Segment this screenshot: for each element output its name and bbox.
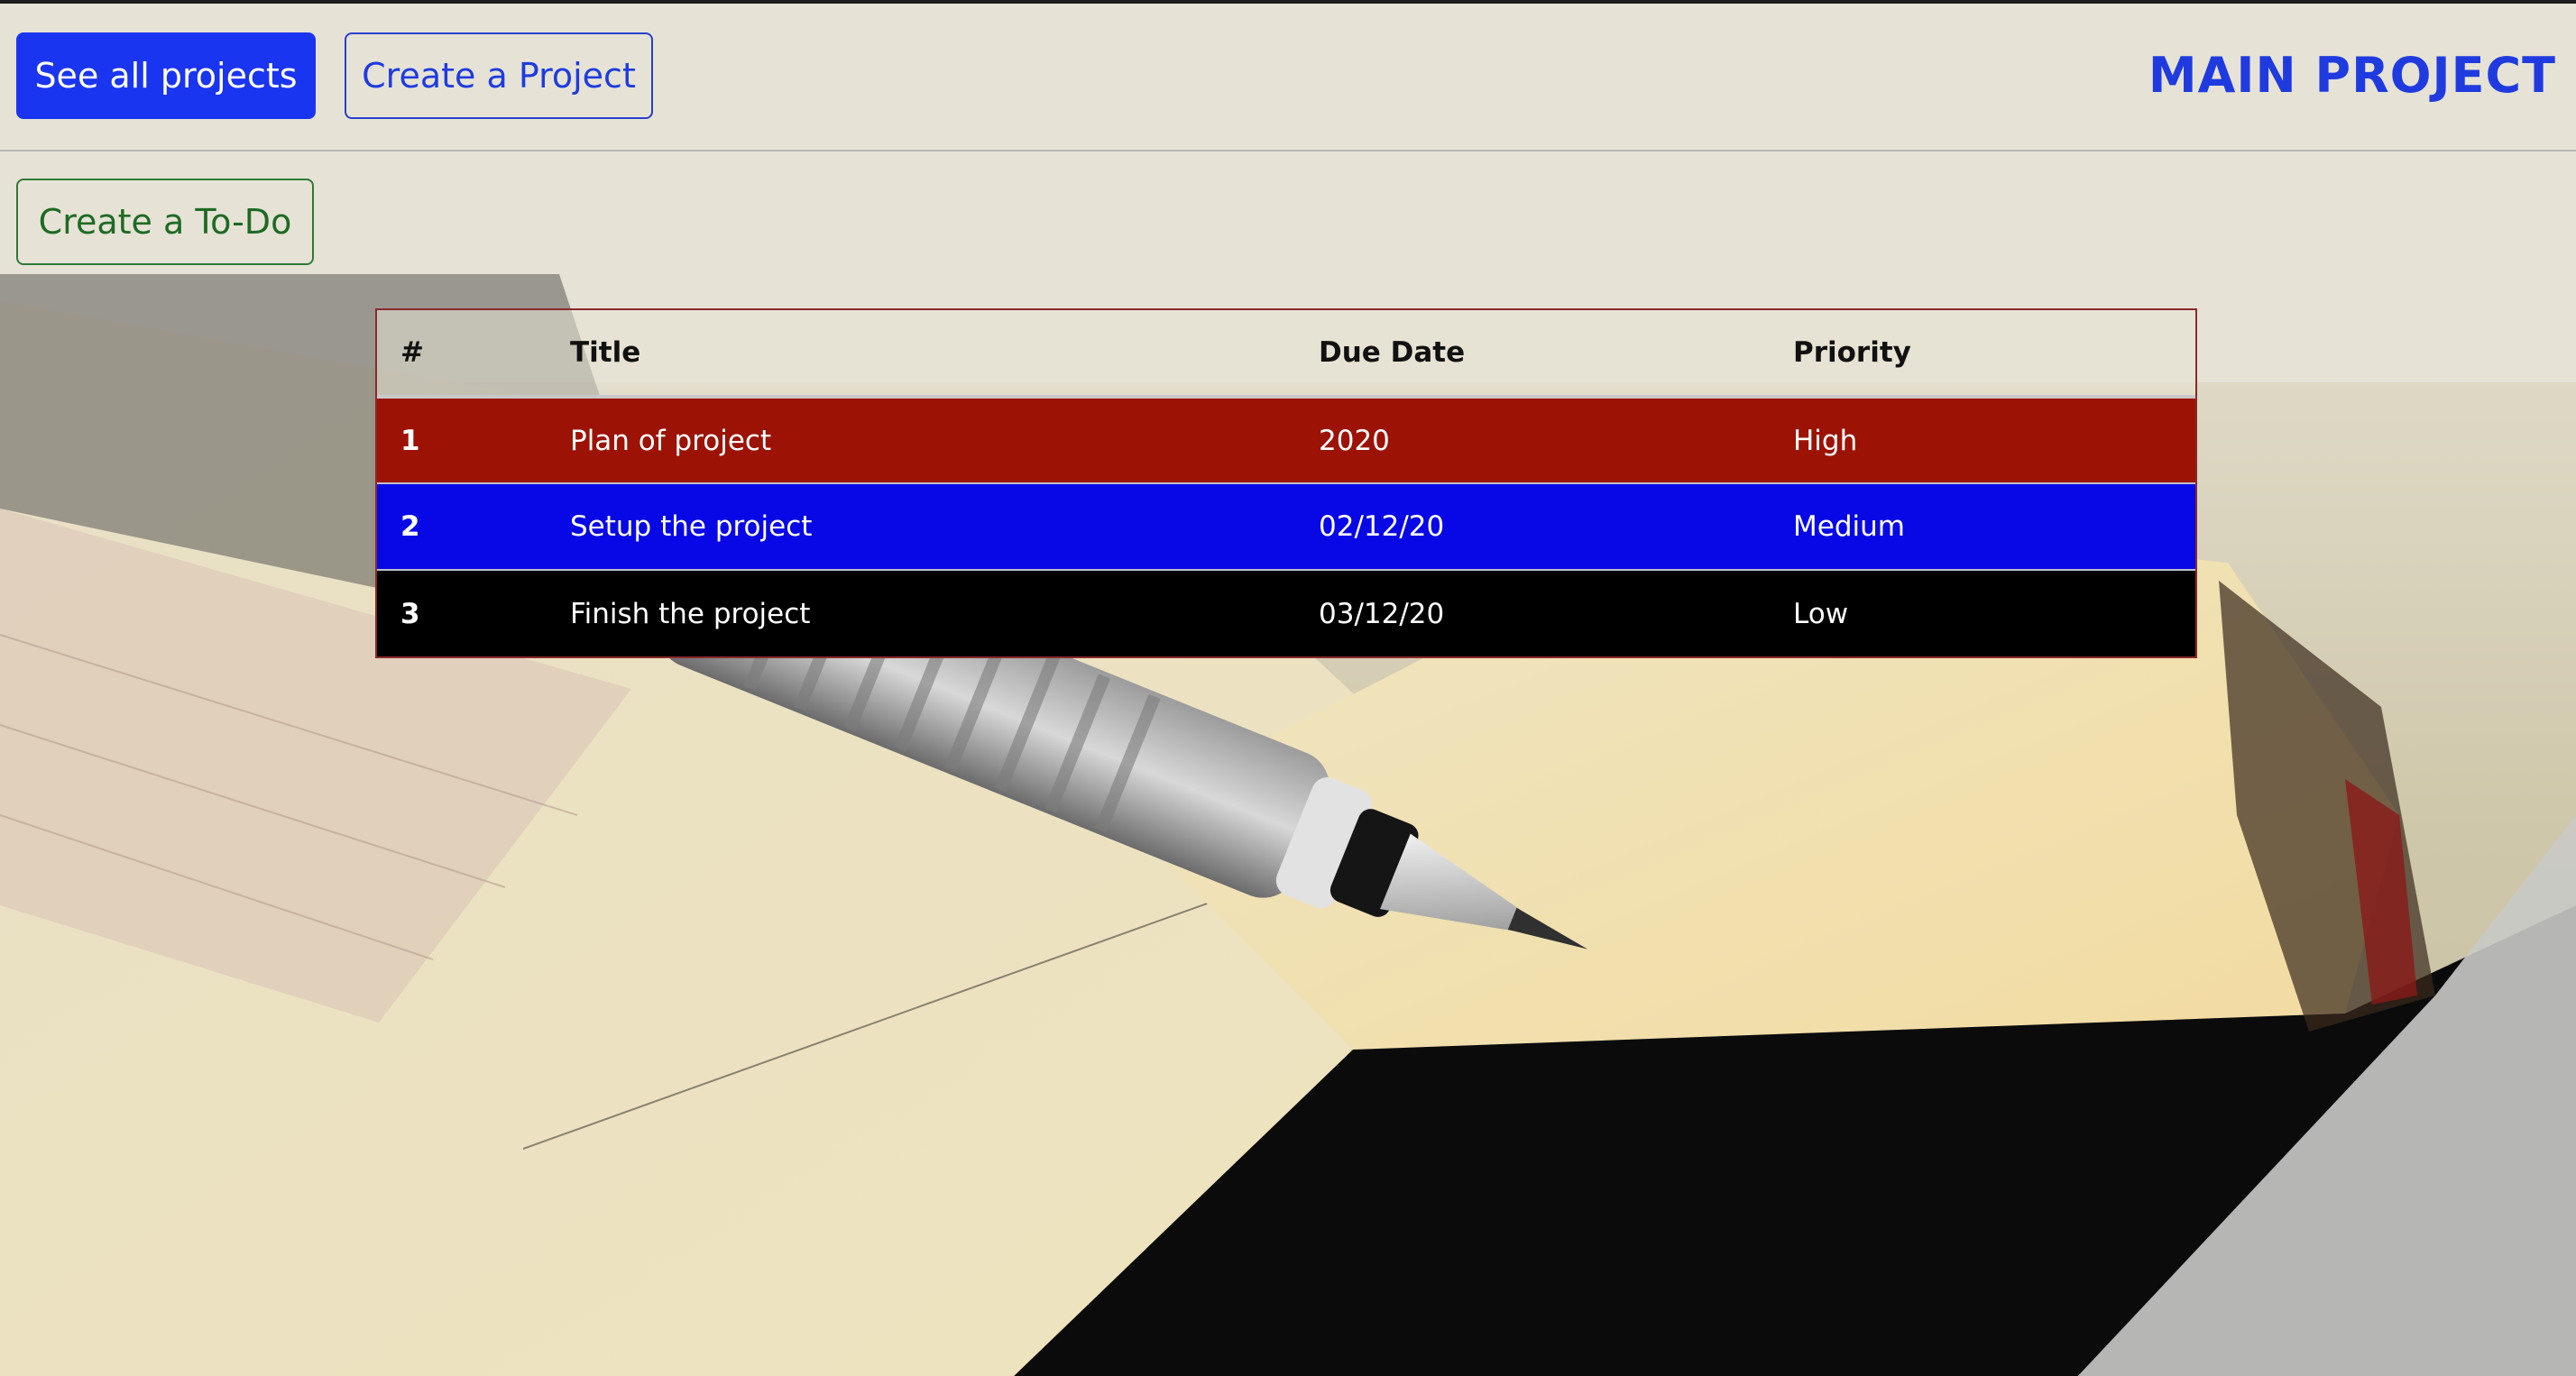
row-title: Plan of project bbox=[570, 424, 772, 457]
navbar: See all projects Create a Project MAIN P… bbox=[0, 4, 2576, 151]
table-row[interactable]: 1 Plan of project 2020 High bbox=[377, 397, 2195, 483]
row-number: 2 bbox=[400, 510, 420, 543]
create-project-button[interactable]: Create a Project bbox=[345, 32, 653, 119]
background-photo bbox=[0, 4, 2576, 1376]
column-header-due-date: Due Date bbox=[1319, 336, 1466, 369]
row-priority: Low bbox=[1793, 597, 1849, 630]
row-due-date: 03/12/20 bbox=[1319, 597, 1445, 630]
column-header-priority: Priority bbox=[1793, 336, 1911, 369]
todo-table: # Title Due Date Priority 1 Plan of proj… bbox=[377, 310, 2195, 656]
row-number: 3 bbox=[400, 597, 420, 630]
table-row[interactable]: 3 Finish the project 03/12/20 Low bbox=[377, 570, 2195, 656]
notebook-with-fountain-pen-icon bbox=[0, 4, 2576, 1376]
row-number: 1 bbox=[400, 424, 420, 457]
column-header-number: # bbox=[400, 336, 424, 369]
column-header-title: Title bbox=[570, 336, 641, 369]
row-priority: High bbox=[1793, 424, 1858, 457]
see-all-projects-button[interactable]: See all projects bbox=[16, 32, 316, 119]
row-due-date: 2020 bbox=[1319, 424, 1390, 457]
page-title: MAIN PROJECT bbox=[2148, 47, 2556, 104]
table-header-row: # Title Due Date Priority bbox=[377, 310, 2195, 397]
row-title: Setup the project bbox=[570, 510, 813, 543]
row-priority: Medium bbox=[1793, 510, 1905, 543]
row-due-date: 02/12/20 bbox=[1319, 510, 1445, 543]
table-row[interactable]: 2 Setup the project 02/12/20 Medium bbox=[377, 483, 2195, 570]
create-todo-button[interactable]: Create a To-Do bbox=[16, 179, 314, 265]
row-title: Finish the project bbox=[570, 597, 811, 630]
